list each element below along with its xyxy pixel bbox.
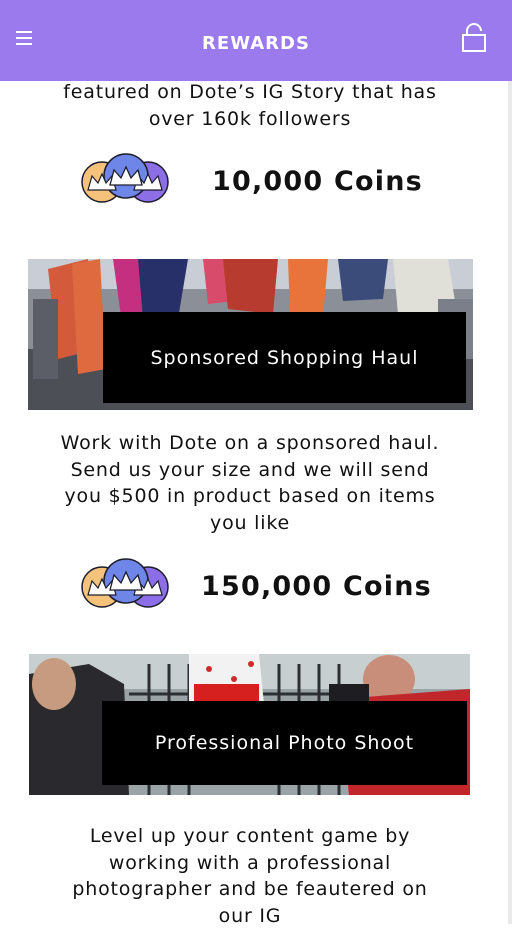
page-title: REWARDS bbox=[0, 33, 512, 54]
photo-shoot-image[interactable]: Professional Photo Shoot bbox=[29, 654, 470, 795]
description-line: featured on Dote’s IG Story that has bbox=[40, 79, 460, 106]
crown-coins-icon bbox=[80, 557, 172, 613]
description-line: our IG bbox=[40, 903, 460, 929]
description-line: photographer and be feautered on bbox=[40, 876, 460, 903]
description-line: over 160k followers bbox=[40, 106, 460, 133]
coins-price: 150,000 Coins bbox=[201, 571, 432, 602]
description-line: working with a professional bbox=[40, 850, 460, 877]
description-line: you $500 in product based on items bbox=[40, 483, 460, 510]
scrollbar[interactable] bbox=[508, 0, 512, 924]
reward-price-row: 150,000 Coins bbox=[0, 557, 512, 617]
reward-price-row: 10,000 Coins bbox=[0, 152, 512, 212]
reward-description: Level up your content game by working wi… bbox=[40, 823, 460, 929]
reward-description: featured on Dote’s IG Story that has ove… bbox=[40, 79, 460, 132]
banner-title: Professional Photo Shoot bbox=[102, 701, 467, 785]
shopping-haul-image[interactable]: Sponsored Shopping Haul bbox=[28, 259, 473, 410]
description-line: Level up your content game by bbox=[40, 823, 460, 850]
coins-price: 10,000 Coins bbox=[212, 166, 423, 197]
description-line: Work with Dote on a sponsored haul. bbox=[40, 430, 460, 457]
banner-title: Sponsored Shopping Haul bbox=[103, 312, 466, 403]
lock-icon[interactable] bbox=[460, 22, 488, 52]
description-line: you like bbox=[40, 510, 460, 537]
reward-description: Work with Dote on a sponsored haul. Send… bbox=[40, 430, 460, 536]
app-header: REWARDS bbox=[0, 0, 512, 81]
crown-coins-icon bbox=[80, 152, 172, 208]
description-line: Send us your size and we will send bbox=[40, 457, 460, 484]
